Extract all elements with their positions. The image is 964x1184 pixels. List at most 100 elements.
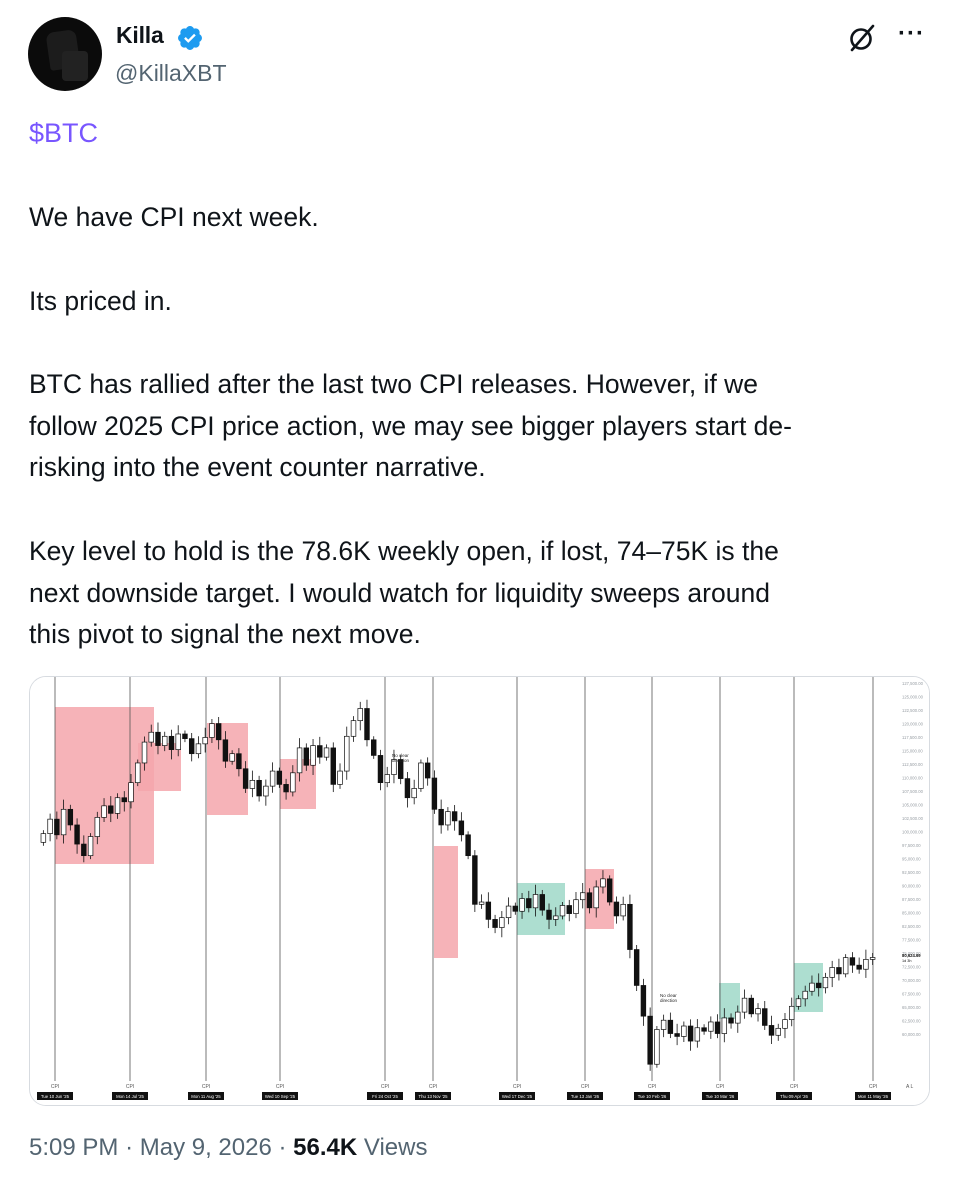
tweet-paragraph-4: Key level to hold is the 78.6K weekly op… bbox=[29, 531, 779, 656]
candle-body bbox=[532, 894, 539, 909]
date-tag-label: Wed 17 Dec '25 bbox=[502, 1094, 533, 1099]
candle-body bbox=[795, 998, 802, 1007]
price-axis-label: 90,000.00 bbox=[902, 884, 921, 889]
tweet-line: risking into the event counter narrative… bbox=[29, 452, 486, 483]
candle-body bbox=[512, 905, 519, 912]
candle-body bbox=[782, 1019, 788, 1029]
candle-body bbox=[802, 990, 808, 1000]
candle bbox=[627, 894, 633, 959]
avatar-silhouette-detail bbox=[62, 51, 88, 81]
candle-body bbox=[451, 811, 458, 822]
more-options-icon[interactable]: ··· bbox=[898, 22, 925, 46]
candle-body bbox=[586, 892, 593, 909]
candle-body bbox=[660, 1019, 667, 1030]
candle-body bbox=[155, 731, 161, 746]
price-axis-label: 102,500.00 bbox=[902, 816, 924, 821]
candle-body bbox=[276, 770, 283, 785]
candle-body bbox=[620, 903, 626, 917]
candle-body bbox=[40, 833, 47, 843]
price-axis-label: 100,000.00 bbox=[902, 830, 924, 835]
grok-icon[interactable] bbox=[846, 22, 878, 54]
candle-body bbox=[310, 745, 316, 766]
author-name[interactable]: Killa bbox=[116, 22, 164, 49]
cpi-label: CPI bbox=[126, 1084, 134, 1090]
date-tag-label: Fri 24 Oct '25 bbox=[372, 1094, 398, 1099]
date-tag-label: Tue 10 Jun '25 bbox=[41, 1094, 70, 1099]
candle-body bbox=[108, 805, 114, 814]
price-axis-label: 85,000.00 bbox=[902, 911, 921, 916]
cpi-label: CPI bbox=[790, 1084, 798, 1090]
cpi-label: CPI bbox=[51, 1084, 59, 1090]
candle bbox=[87, 833, 94, 860]
candle-body bbox=[431, 777, 438, 810]
candle-body bbox=[640, 985, 647, 1017]
candle-body bbox=[148, 731, 154, 743]
candle bbox=[647, 1007, 653, 1071]
author-handle[interactable]: @KillaXBT bbox=[115, 60, 227, 87]
candle-body bbox=[337, 770, 343, 785]
cpi-label: CPI bbox=[513, 1084, 521, 1090]
candle-body bbox=[829, 967, 835, 978]
tweet-line: BTC has rallied after the last two CPI r… bbox=[29, 369, 759, 399]
candle-body bbox=[222, 739, 229, 762]
candle-body bbox=[188, 738, 195, 755]
candle-body bbox=[849, 957, 856, 966]
candle-body bbox=[87, 836, 94, 857]
verified-badge-icon bbox=[178, 26, 202, 50]
candle-body bbox=[404, 778, 411, 799]
candle-body bbox=[539, 894, 545, 911]
candle bbox=[633, 945, 640, 992]
tweet-time[interactable]: 5:09 PM bbox=[29, 1134, 118, 1161]
candle-body bbox=[290, 772, 296, 793]
candle-body bbox=[775, 1027, 781, 1036]
price-axis-label: 115,000.00 bbox=[902, 749, 923, 754]
candle-body bbox=[424, 762, 431, 779]
candle-body bbox=[283, 784, 289, 793]
date-tag-label: Mon 11 Aug '25 bbox=[191, 1094, 221, 1099]
candle bbox=[842, 954, 849, 978]
candle-body bbox=[762, 1008, 768, 1026]
candle-body bbox=[411, 788, 417, 799]
cpi-label: CPI bbox=[716, 1084, 724, 1090]
views-count: 56.4K bbox=[293, 1134, 358, 1161]
price-axis-label: 95,000.00 bbox=[902, 857, 921, 862]
candle-body bbox=[674, 1033, 680, 1037]
candle-body bbox=[768, 1025, 775, 1036]
last-price-countdown: 1d 3h bbox=[902, 959, 912, 963]
views-label: Views bbox=[363, 1134, 428, 1161]
candle-body bbox=[330, 747, 336, 785]
candle-body bbox=[728, 1017, 734, 1024]
annotation-label: direction bbox=[392, 758, 410, 763]
cpi-label: CPI bbox=[648, 1084, 656, 1090]
avatar[interactable] bbox=[28, 17, 102, 91]
price-axis-label: 110,000.00 bbox=[902, 776, 923, 781]
candle-body bbox=[371, 739, 377, 756]
cashtag-link[interactable]: $BTC bbox=[29, 118, 98, 149]
price-axis-label: 97,500.00 bbox=[902, 843, 921, 848]
candle-body bbox=[593, 886, 599, 909]
candle-body bbox=[296, 747, 303, 774]
candle-body bbox=[263, 785, 269, 797]
candle-body bbox=[458, 820, 465, 836]
tweet-paragraph-1: We have CPI next week. bbox=[29, 197, 319, 239]
candle-body bbox=[269, 770, 276, 787]
tweet-line: next downside target. I would watch for … bbox=[29, 577, 770, 608]
date-tag-label: Tue 10 Mar '26 bbox=[706, 1094, 735, 1099]
candle bbox=[472, 850, 478, 912]
candle-body bbox=[492, 919, 498, 928]
candle-body bbox=[869, 957, 876, 960]
tweet-paragraph-3: BTC has rallied after the last two CPI r… bbox=[29, 364, 792, 489]
tweet-date[interactable]: May 9, 2026 bbox=[140, 1134, 272, 1161]
candle-body bbox=[485, 901, 492, 920]
candle-body bbox=[303, 747, 310, 766]
candle-body bbox=[418, 762, 424, 789]
price-axis-label: 127,500.00 bbox=[902, 681, 924, 686]
date-tag-label: Tue 13 Jan '26 bbox=[571, 1094, 600, 1099]
candle-body bbox=[114, 797, 121, 814]
candle bbox=[465, 831, 471, 860]
price-axis-label: 92,500.00 bbox=[902, 870, 921, 875]
chart-image-card[interactable]: No clear direction No clear direction 127,50… bbox=[29, 676, 930, 1106]
candle-body bbox=[822, 976, 829, 989]
candle-body bbox=[94, 817, 101, 837]
candle-body bbox=[175, 733, 181, 750]
